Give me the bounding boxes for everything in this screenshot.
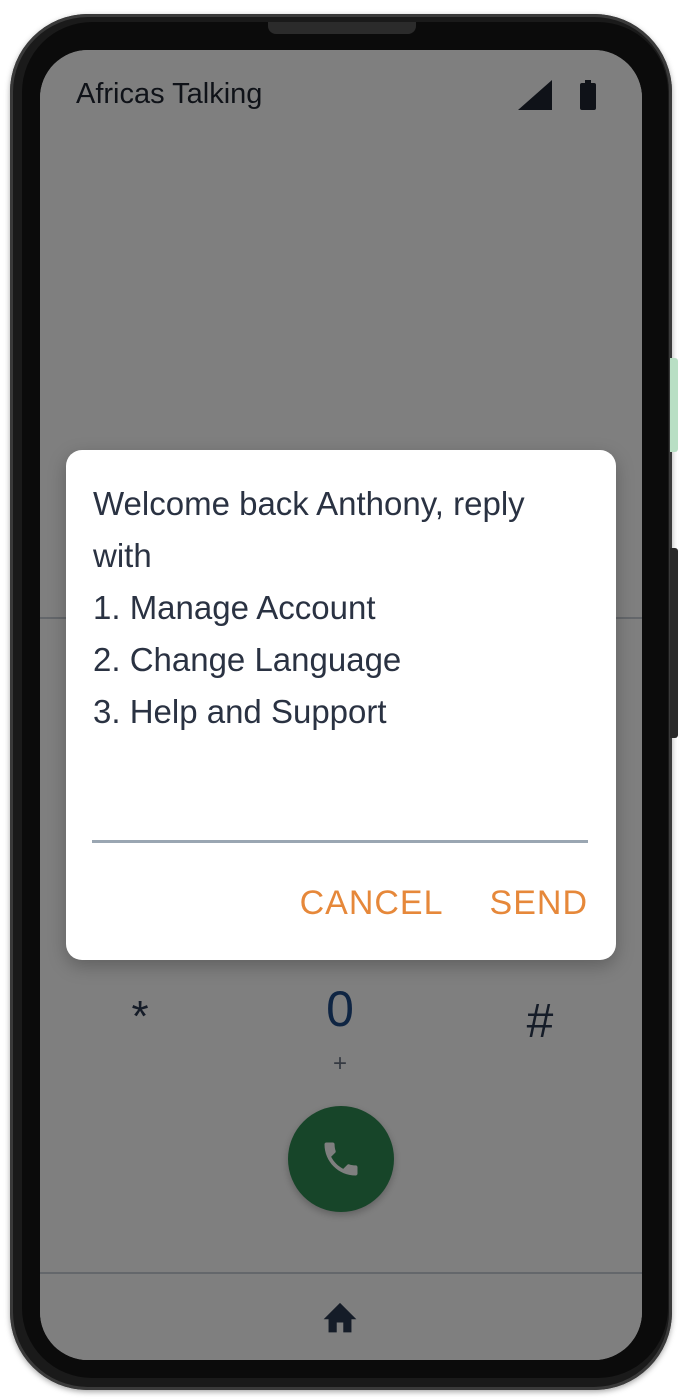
send-button[interactable]: SEND — [490, 884, 588, 923]
reply-input[interactable] — [92, 780, 588, 843]
dialog-message: Welcome back Anthony, reply with 1. Mana… — [93, 485, 525, 730]
side-button-upper — [670, 358, 678, 452]
cancel-button[interactable]: CANCEL — [300, 884, 444, 923]
dialog-actions: CANCEL SEND — [300, 884, 588, 923]
speaker-grille — [268, 22, 416, 34]
side-button-lower — [670, 548, 678, 738]
ussd-dialog: Welcome back Anthony, reply with 1. Mana… — [66, 450, 616, 960]
